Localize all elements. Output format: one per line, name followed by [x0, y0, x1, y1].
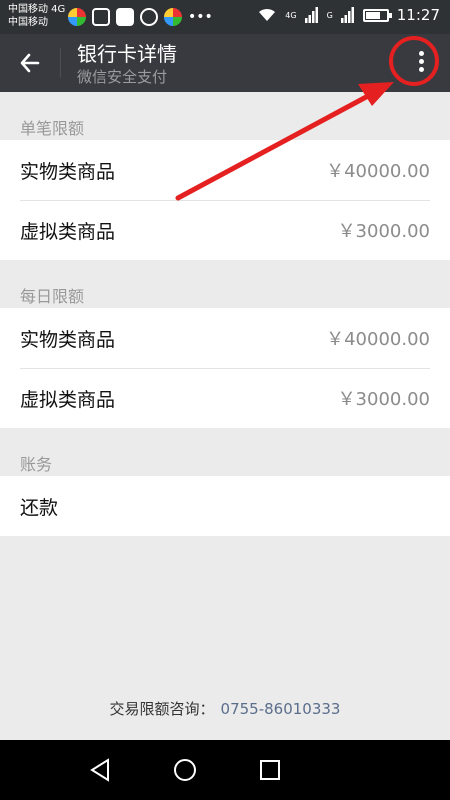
list-item: 实物类商品 ￥40000.00	[0, 140, 450, 200]
item-value: ￥3000.00	[337, 221, 430, 242]
item-name: 还款	[20, 497, 59, 519]
list-item: 实物类商品 ￥40000.00	[0, 308, 450, 368]
wifi-icon	[259, 8, 276, 21]
limit-inquiry: 交易限额咨询： 0755-86010333	[0, 698, 450, 719]
network-4g-label: 4G	[285, 10, 297, 20]
signal-icon-2	[340, 7, 354, 23]
battery-icon	[362, 8, 392, 22]
signal-icon	[304, 7, 318, 23]
item-name: 实物类商品	[20, 161, 116, 183]
item-name: 实物类商品	[20, 329, 116, 351]
video-notification-icon	[116, 8, 134, 26]
item-value: ￥40000.00	[326, 329, 430, 350]
nav-back-icon[interactable]	[90, 758, 109, 782]
list-item: 虚拟类商品 ￥3000.00	[0, 368, 450, 428]
back-arrow-icon[interactable]	[14, 46, 48, 80]
header-divider	[60, 48, 61, 78]
item-value: ￥40000.00	[326, 161, 430, 182]
inquiry-label: 交易限额咨询：	[109, 700, 215, 718]
item-name: 虚拟类商品	[20, 389, 116, 411]
carrier-line-2: 中国移动	[8, 17, 48, 28]
section-label-daily-limit: 每日限额	[20, 287, 85, 306]
network-g-label: G	[326, 10, 333, 20]
carrier-line-1: 中国移动 4G	[8, 4, 66, 15]
carrier-info: 中国移动 4G 中国移动	[8, 3, 65, 29]
page-title: 银行卡详情	[77, 42, 177, 66]
app-header: 银行卡详情 微信安全支付	[0, 34, 450, 92]
inquiry-phone-link[interactable]: 0755-86010333	[221, 700, 341, 718]
annotation-circle	[389, 36, 439, 86]
daily-limit-group: 实物类商品 ￥40000.00 虚拟类商品 ￥3000.00	[0, 308, 450, 428]
status-right: 4G G 11:27	[257, 6, 440, 24]
more-notifications-icon: •••	[188, 9, 213, 25]
image-notification-icon	[92, 8, 110, 26]
item-value: ￥3000.00	[337, 389, 430, 410]
list-item: 虚拟类商品 ￥3000.00	[0, 200, 450, 260]
single-limit-group: 实物类商品 ￥40000.00 虚拟类商品 ￥3000.00	[0, 140, 450, 260]
page-subtitle: 微信安全支付	[77, 68, 168, 86]
section-label-single-limit: 单笔限额	[20, 119, 85, 138]
app-notification-icon-2	[164, 8, 182, 26]
nav-recents-icon[interactable]	[260, 760, 280, 780]
app-notification-icon	[68, 8, 86, 26]
nav-home-icon[interactable]	[174, 759, 196, 781]
repayment-item[interactable]: 还款	[0, 476, 450, 536]
info-notification-icon	[140, 8, 158, 26]
section-label-account: 账务	[20, 455, 53, 474]
item-name: 虚拟类商品	[20, 221, 116, 243]
account-group: 还款	[0, 476, 450, 536]
status-bar: 中国移动 4G 中国移动 ••• 4G G 11:27	[0, 0, 450, 34]
notification-icons: •••	[68, 8, 213, 26]
navigation-bar	[0, 740, 450, 800]
clock: 11:27	[396, 6, 440, 24]
